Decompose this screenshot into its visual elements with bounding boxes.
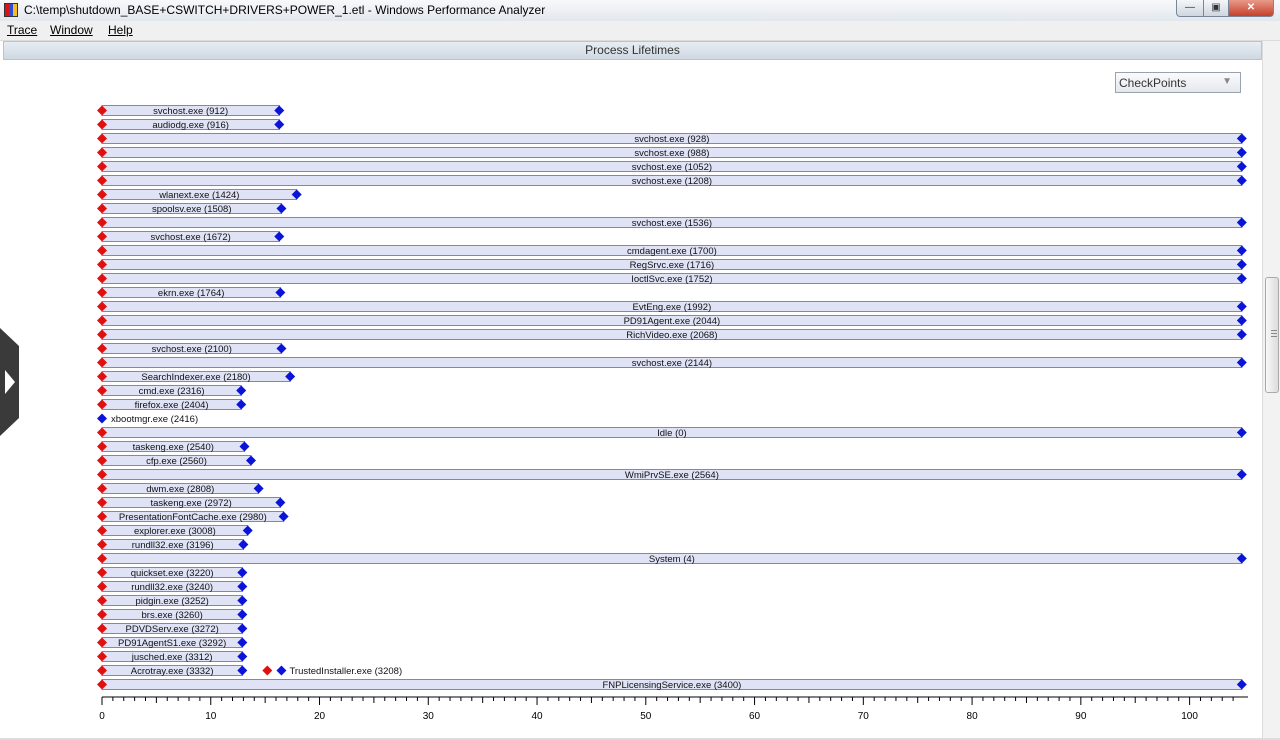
- process-label: xbootmgr.exe (2416): [111, 414, 198, 425]
- axis-tick-label: 60: [749, 711, 761, 722]
- process-label: cmd.exe (2316): [139, 386, 205, 397]
- axis-tick-label: 40: [531, 711, 543, 722]
- process-label: taskeng.exe (2972): [151, 498, 232, 509]
- process-label: System (4): [649, 554, 695, 565]
- process-end-marker: [276, 665, 287, 676]
- axis-tick-label: 20: [314, 711, 326, 722]
- process-label: jusched.exe (3312): [131, 652, 213, 663]
- process-label: ekrn.exe (1764): [158, 288, 225, 299]
- process-label: cmdagent.exe (1700): [627, 246, 717, 257]
- process-end-marker: [97, 413, 107, 424]
- process-label: PDVDServ.exe (3272): [126, 624, 219, 635]
- process-label: spoolsv.exe (1508): [152, 204, 232, 215]
- process-label: PresentationFontCache.exe (2980): [119, 512, 267, 523]
- axis-tick-label: 90: [1075, 711, 1087, 722]
- process-label: svchost.exe (2144): [632, 358, 712, 369]
- process-label: svchost.exe (1052): [632, 162, 712, 173]
- process-label: audiodg.exe (916): [152, 120, 229, 131]
- axis-tick-label: 70: [858, 711, 870, 722]
- process-label: Idle (0): [657, 428, 687, 439]
- process-lifetimes-chart: svchost.exe (912) audiodg.exe (916) svchos…: [97, 105, 1248, 722]
- process-label: cfp.exe (2560): [146, 456, 207, 467]
- process-label: firefox.exe (2404): [135, 400, 209, 411]
- process-label: svchost.exe (988): [634, 148, 709, 159]
- process-label: explorer.exe (3008): [134, 526, 216, 537]
- process-label: rundll32.exe (3240): [131, 582, 213, 593]
- process-label: RegSrvc.exe (1716): [630, 260, 714, 271]
- axis-tick-label: 100: [1181, 711, 1198, 722]
- process-label: svchost.exe (928): [634, 134, 709, 145]
- process-label: IoctlSvc.exe (1752): [631, 274, 712, 285]
- process-label: svchost.exe (1672): [151, 232, 231, 243]
- process-label: TrustedInstaller.exe (3208): [289, 666, 402, 677]
- process-label: rundll32.exe (3196): [132, 540, 214, 551]
- process-label: RichVideo.exe (2068): [626, 330, 717, 341]
- process-label: PD91Agent.exe (2044): [624, 316, 721, 327]
- process-label: SearchIndexer.exe (2180): [141, 372, 250, 383]
- process-label: brs.exe (3260): [142, 610, 203, 621]
- process-label: wlanext.exe (1424): [158, 190, 239, 201]
- process-label: taskeng.exe (2540): [133, 442, 214, 453]
- process-label: dwm.exe (2808): [146, 484, 214, 495]
- process-label: svchost.exe (1536): [632, 218, 712, 229]
- axis-tick-label: 80: [967, 711, 979, 722]
- process-label: WmiPrvSE.exe (2564): [625, 470, 719, 481]
- process-label: quickset.exe (3220): [131, 568, 214, 579]
- axis-tick-label: 50: [640, 711, 652, 722]
- axis-tick-label: 0: [99, 711, 105, 722]
- axis-tick-label: 30: [423, 711, 435, 722]
- process-label: PD91AgentS1.exe (3292): [118, 638, 226, 649]
- process-label: svchost.exe (2100): [152, 344, 232, 355]
- scrollbar-thumb[interactable]: [1265, 277, 1279, 393]
- process-label: EvtEng.exe (1992): [633, 302, 712, 313]
- vertical-scrollbar[interactable]: [1262, 41, 1280, 738]
- process-label: svchost.exe (912): [153, 106, 228, 117]
- process-label: FNPLicensingService.exe (3400): [602, 680, 741, 691]
- process-start-marker: [262, 665, 273, 676]
- process-label: Acrotray.exe (3332): [131, 666, 214, 677]
- process-label: svchost.exe (1208): [632, 176, 712, 187]
- axis-tick-label: 10: [205, 711, 217, 722]
- process-label: pidgin.exe (3252): [135, 596, 208, 607]
